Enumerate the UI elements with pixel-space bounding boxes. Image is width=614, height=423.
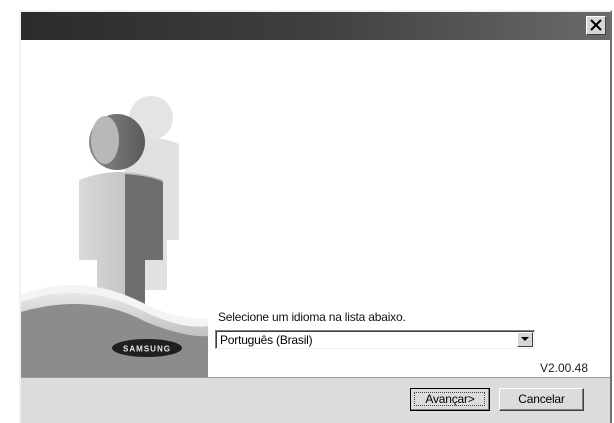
language-select-dropdown-button[interactable] bbox=[517, 332, 533, 347]
language-select[interactable]: Português (Brasil) bbox=[215, 330, 535, 349]
next-button[interactable]: Avançar> bbox=[410, 388, 490, 411]
cancel-button[interactable]: Cancelar bbox=[499, 388, 584, 411]
dialog-content: SAMSUNG Selecione um idioma na lista aba… bbox=[21, 40, 610, 378]
installer-window: SAMSUNG Selecione um idioma na lista aba… bbox=[19, 10, 612, 423]
close-button[interactable] bbox=[586, 16, 606, 35]
people-illustration bbox=[21, 96, 208, 377]
focus-rectangle bbox=[414, 392, 485, 406]
close-icon bbox=[590, 19, 602, 31]
illustration-panel: SAMSUNG bbox=[21, 40, 208, 377]
language-select-value: Português (Brasil) bbox=[220, 333, 313, 347]
version-label: V2.00.48 bbox=[539, 361, 588, 375]
title-bar[interactable] bbox=[21, 12, 610, 40]
cancel-button-label: Cancelar bbox=[518, 392, 565, 406]
svg-text:SAMSUNG: SAMSUNG bbox=[123, 345, 171, 354]
language-prompt: Selecione um idioma na lista abaixo. bbox=[218, 310, 406, 324]
chevron-down-icon bbox=[521, 337, 529, 341]
samsung-logo: SAMSUNG bbox=[112, 339, 182, 357]
